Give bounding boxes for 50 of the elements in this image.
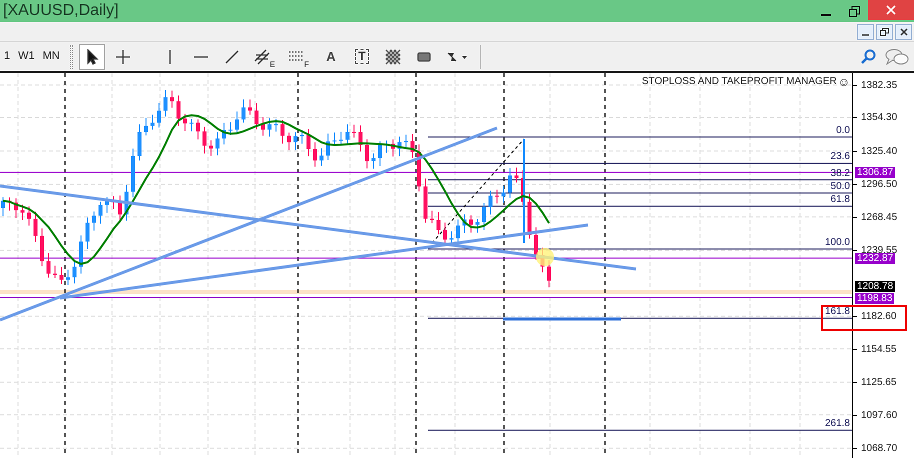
toolbar-button[interactable]: T [348,44,375,70]
minimize-button[interactable] [857,24,874,40]
crosshair-icon [114,48,131,64]
close-button[interactable] [895,24,912,40]
close-icon [886,5,896,15]
toolbar-button[interactable] [78,44,105,70]
horizontal-line-icon [194,56,208,58]
timeframe-button[interactable]: 1 [0,44,14,68]
highlight-circle [536,248,554,266]
price-axis-label: 1354.30 [861,112,898,124]
price-axis-label: 1268.45 [861,212,898,223]
fibonacci-level-label: 100.0 [824,237,850,248]
fibonacci-level-label: 61.8 [830,194,850,206]
timeframe-button[interactable]: W1 [14,44,39,68]
minimize-icon [862,34,869,36]
price-tag: 1198.83 [855,292,894,304]
price-tag: 1208.78 [855,280,896,292]
timeframe-button[interactable]: MN [38,44,64,68]
smiley-symbol: ☺ [838,76,850,88]
price-axis-label: 1382.35 [861,80,898,91]
minimize-icon [821,14,831,16]
price-axis-label: 1325.40 [861,146,898,157]
price-axis-label: 1296.50 [861,179,898,190]
restore-button[interactable] [876,24,893,40]
price-axis-label: 1097.60 [861,410,898,421]
toolbar-button[interactable]: F [284,44,313,70]
price-axis-label: 1182.60 [861,311,896,322]
close-icon [900,28,908,36]
chat-bubbles-icon [885,48,909,66]
price-tag: 1232.87 [855,253,896,264]
fibonacci-level-label: 50.0 [830,181,850,192]
restore-icon [848,6,860,16]
price-tag: 1306.87 [855,167,896,178]
toolbar-button[interactable]: A [318,44,344,70]
diagonal-line-icon [224,48,240,64]
indicator-title: STOPLOSS AND TAKEPROFIT MANAGER [642,77,837,87]
checkered-icon [384,48,401,64]
channel-icon [254,48,270,64]
fibonacci-level-label: 161.8 [824,306,850,318]
fibonacci-level-label: 0.0 [836,125,850,136]
fibonacci-level-label: 23.6 [830,151,850,162]
search-icon [860,48,876,64]
price-axis-label: 1154.55 [861,344,896,355]
vertical-line-icon [168,50,171,64]
price-axis-label: 1068.70 [861,443,898,454]
restore-icon [880,28,889,36]
window-title: [XAUUSD,Daily] [3,3,120,19]
price-axis-label: 1125.65 [861,377,896,388]
toolbar-button[interactable]: E [250,44,280,70]
fibonacci-level-label: 261.8 [824,418,850,430]
